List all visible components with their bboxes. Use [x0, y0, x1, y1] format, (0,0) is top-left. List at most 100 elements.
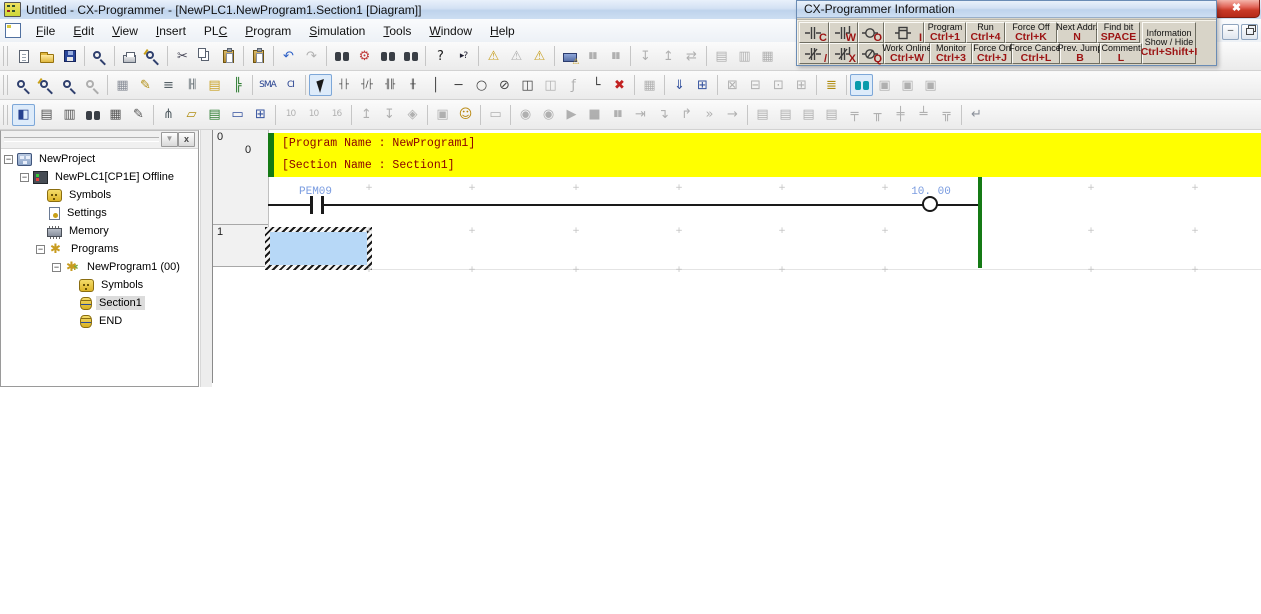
print-preview-button[interactable] [141, 45, 164, 67]
panel-splitter[interactable] [200, 130, 212, 387]
comment-list-button[interactable]: ▱ [180, 104, 203, 126]
new-or-contact-button[interactable]: ╢╟ [378, 74, 401, 96]
select-mode-button[interactable] [309, 74, 332, 96]
tree-item-newprogram1-00[interactable]: −NewProgram1 (00) [1, 258, 198, 276]
menu-view[interactable]: View [103, 22, 147, 40]
watch-window-tab-button[interactable]: ≣ [820, 74, 843, 96]
new-vertical-line-button[interactable]: │ [424, 74, 447, 96]
transfer-program-button[interactable]: ⇓ [668, 74, 691, 96]
rung-0-margin[interactable]: 0 0 [213, 130, 268, 225]
menu-help[interactable]: Help [481, 22, 524, 40]
change-all-button[interactable] [399, 45, 422, 67]
view-diagram-button[interactable]: CI [279, 74, 302, 96]
new-coil-button[interactable]: ○ [470, 74, 493, 96]
rung-1-margin[interactable]: 1 [213, 225, 268, 267]
tree-expander[interactable]: − [4, 155, 13, 164]
new-contact-button[interactable]: ┤├ [332, 74, 355, 96]
toggle-output-window-button[interactable]: ▤ [35, 104, 58, 126]
new-closed-or-contact-button[interactable]: ╫ [401, 74, 424, 96]
new-horizontal-line-button[interactable]: ─ [447, 74, 470, 96]
monitor-mode-toggle-button[interactable] [850, 74, 873, 96]
workspace-dropdown-button[interactable]: ▼ [161, 132, 178, 147]
menu-tools[interactable]: Tools [374, 22, 420, 40]
monitor-in-rung-button[interactable]: ▤ [203, 74, 226, 96]
insert-symbol-button[interactable]: ⋔ [157, 104, 180, 126]
find-button[interactable] [330, 45, 353, 67]
close-window-button[interactable]: ✖ [1213, 0, 1260, 18]
view-mnemonics-button[interactable]: SMA [256, 74, 279, 96]
new-instruction-button[interactable]: ◫ [516, 74, 539, 96]
selected-ladder-cell[interactable] [265, 227, 372, 270]
compare-memory-button[interactable]: ⊞ [691, 74, 714, 96]
address-reference-tool-button[interactable]: ▦ [104, 104, 127, 126]
help-button[interactable]: ? [429, 45, 452, 67]
print-button[interactable] [118, 45, 141, 67]
tree-item-section1[interactable]: Section1 [1, 294, 198, 312]
tree-expander[interactable]: − [20, 173, 29, 182]
tree-expander[interactable]: − [36, 245, 45, 254]
tree-expander[interactable]: − [52, 263, 61, 272]
search-document-button[interactable] [88, 45, 111, 67]
paste-rung-button[interactable] [247, 45, 270, 67]
tree-item-symbols[interactable]: Symbols [1, 276, 198, 294]
tree-item-newplc1-cp1e-offline[interactable]: −NewPLC1[CP1E] Offline [1, 168, 198, 186]
minimize-window-button[interactable]: – [1222, 24, 1239, 40]
ladder-editor[interactable]: 0 0 1 [Program Name : NewProgram1] [Sect… [212, 130, 1261, 383]
toggle-project-workspace-button[interactable]: ◧ [12, 104, 35, 126]
menu-window[interactable]: Window [420, 22, 481, 40]
zoom-out-button[interactable] [58, 74, 81, 96]
compile-program-button[interactable]: ⚠ [482, 45, 505, 67]
line-delete-button[interactable]: ✖ [608, 74, 631, 96]
comment-toggle-button[interactable]: ✎ [134, 74, 157, 96]
symbol-tree-button[interactable]: ╠ [226, 74, 249, 96]
workspace-header[interactable]: ▼ x [1, 131, 198, 149]
workspace-close-button[interactable]: x [178, 132, 195, 147]
toolbar-grip[interactable] [3, 46, 8, 66]
menu-edit[interactable]: Edit [64, 22, 103, 40]
tree-item-memory[interactable]: Memory [1, 222, 198, 240]
toolbar-grip[interactable] [3, 75, 8, 95]
new-closed-coil-button[interactable]: ⊘ [493, 74, 516, 96]
grid-toggle-button[interactable]: ▦ [111, 74, 134, 96]
line-connect-button[interactable]: └ [585, 74, 608, 96]
cross-reference-popup-button[interactable] [81, 104, 104, 126]
replace-button[interactable]: ⚙ [353, 45, 376, 67]
io-comment-toggle-button[interactable]: ╟╢ [180, 74, 203, 96]
return-to-previous-button[interactable]: ↵ [965, 104, 988, 126]
menu-insert[interactable]: Insert [147, 22, 195, 40]
zoom-to-selection-button[interactable] [35, 74, 58, 96]
io-comment-view-button[interactable]: ⊞ [249, 104, 272, 126]
find-replace-button[interactable] [376, 45, 399, 67]
tree-item-newproject[interactable]: −NewProject [1, 150, 198, 168]
coil-operand-label[interactable]: 10. 00 [902, 186, 960, 198]
tree-item-programs[interactable]: −Programs [1, 240, 198, 258]
open-project-button[interactable] [35, 45, 58, 67]
work-online-simulator-button[interactable] [558, 45, 581, 67]
menu-file[interactable]: File [27, 22, 64, 40]
tree-item-settings[interactable]: Settings [1, 204, 198, 222]
local-symbol-table-button[interactable]: ▭ [226, 104, 249, 126]
toolbar-grip[interactable] [3, 105, 8, 125]
new-document-button[interactable] [12, 45, 35, 67]
run-simulator-button[interactable]: ☺ [454, 104, 477, 126]
section-list-button[interactable]: ▤ [203, 104, 226, 126]
menu-program[interactable]: Program [236, 22, 300, 40]
menu-plc[interactable]: PLC [195, 22, 236, 40]
zoom-in-button[interactable] [12, 74, 35, 96]
new-closed-contact-button[interactable]: ┤/├ [355, 74, 378, 96]
show-properties-button[interactable]: ✎ [127, 104, 150, 126]
paste-button[interactable] [217, 45, 240, 67]
undo-button[interactable]: ↶ [277, 45, 300, 67]
contact-operand-label[interactable]: PEM09 [299, 186, 332, 198]
menu-simulation[interactable]: Simulation [300, 22, 374, 40]
copy-button[interactable] [194, 45, 217, 67]
rung-annotation-list-button[interactable]: ≡ [157, 74, 180, 96]
save-project-button[interactable] [58, 45, 81, 67]
information-window-title-bar[interactable]: CX-Programmer Information [797, 1, 1216, 18]
cut-button[interactable]: ✂ [171, 45, 194, 67]
tree-item-end[interactable]: END [1, 312, 198, 330]
context-help-button[interactable]: ▸? [452, 45, 475, 67]
restore-window-button[interactable] [1241, 24, 1258, 40]
toggle-watch-window-button[interactable]: ▥ [58, 104, 81, 126]
tree-item-symbols[interactable]: Symbols [1, 186, 198, 204]
